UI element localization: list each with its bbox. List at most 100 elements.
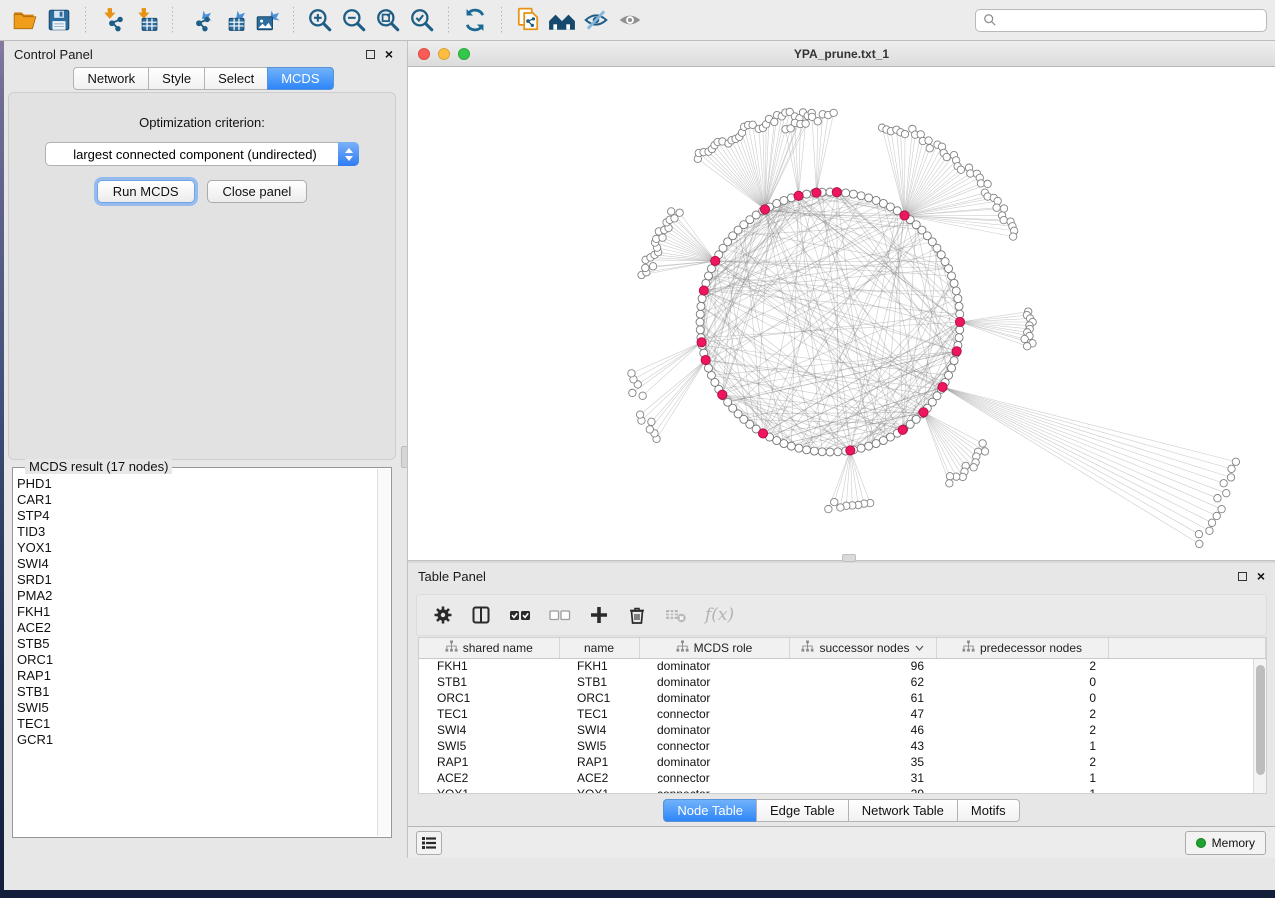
network-node[interactable] <box>773 199 781 207</box>
tab-node-table[interactable]: Node Table <box>663 799 756 822</box>
mcds-selected-node[interactable] <box>758 429 767 438</box>
network-node[interactable] <box>857 192 865 200</box>
zoom-out-icon[interactable] <box>337 5 371 35</box>
export-table-icon[interactable] <box>216 5 250 35</box>
network-node[interactable] <box>1220 480 1227 487</box>
close-panel-icon[interactable]: × <box>385 47 393 61</box>
network-node[interactable] <box>1009 233 1016 240</box>
mcds-result-item[interactable]: YOX1 <box>17 540 376 556</box>
mcds-result-item[interactable]: GCR1 <box>17 732 376 748</box>
tab-mcds[interactable]: MCDS <box>267 67 333 90</box>
optimization-dropdown[interactable]: largest connected component (undirected) <box>45 142 359 166</box>
network-node[interactable] <box>628 370 635 377</box>
network-node[interactable] <box>981 448 988 455</box>
network-node[interactable] <box>984 180 991 187</box>
close-panel-button[interactable]: Close panel <box>207 180 308 203</box>
mcds-result-item[interactable]: PMA2 <box>17 588 376 604</box>
duplicate-network-icon[interactable] <box>511 5 545 35</box>
network-node[interactable] <box>825 505 832 512</box>
tab-motifs[interactable]: Motifs <box>957 799 1020 822</box>
table-row[interactable]: SWI4SWI4dominator462 <box>419 722 1266 738</box>
network-node[interactable] <box>1228 465 1235 472</box>
network-node[interactable] <box>834 448 842 456</box>
network-node[interactable] <box>810 447 818 455</box>
run-mcds-button[interactable]: Run MCDS <box>97 180 195 203</box>
mcds-selected-node[interactable] <box>938 382 947 391</box>
network-node[interactable] <box>925 137 932 144</box>
network-node[interactable] <box>803 446 811 454</box>
network-node[interactable] <box>955 302 963 310</box>
mcds-selected-node[interactable] <box>699 286 708 295</box>
network-node[interactable] <box>826 448 834 456</box>
network-node[interactable] <box>636 411 643 418</box>
network-node[interactable] <box>1021 335 1028 342</box>
network-node[interactable] <box>879 437 887 445</box>
network-node[interactable] <box>872 440 880 448</box>
network-node[interactable] <box>1206 527 1213 534</box>
show-columns-icon[interactable] <box>471 605 491 625</box>
network-node[interactable] <box>842 189 850 197</box>
mcds-result-item[interactable]: STP4 <box>17 508 376 524</box>
table-row[interactable]: TEC1TEC1connector472 <box>419 706 1266 722</box>
mcds-result-item[interactable]: CAR1 <box>17 492 376 508</box>
zoom-fit-icon[interactable] <box>371 5 405 35</box>
tab-select[interactable]: Select <box>204 67 267 90</box>
table-scrollbar[interactable] <box>1253 659 1266 793</box>
mcds-result-list[interactable]: PHD1CAR1STP4TID3YOX1SWI4SRD1PMA2FKH1ACE2… <box>17 476 376 835</box>
network-node[interactable] <box>704 364 712 372</box>
table-row[interactable]: ORC1ORC1dominator610 <box>419 690 1266 706</box>
network-node[interactable] <box>1023 343 1030 350</box>
network-node[interactable] <box>795 444 803 452</box>
network-node[interactable] <box>1208 519 1215 526</box>
settings-gear-icon[interactable] <box>433 605 453 625</box>
network-node[interactable] <box>1214 495 1221 502</box>
mcds-selected-node[interactable] <box>701 355 710 364</box>
network-node[interactable] <box>780 196 788 204</box>
mcds-selected-node[interactable] <box>760 205 769 214</box>
network-graph[interactable] <box>408 67 1272 560</box>
select-all-icon[interactable] <box>509 605 531 625</box>
network-node[interactable] <box>818 448 826 456</box>
network-node[interactable] <box>948 272 956 280</box>
table-row[interactable]: ACE2ACE2connector311 <box>419 770 1266 786</box>
network-node[interactable] <box>646 426 653 433</box>
network-node[interactable] <box>993 204 1000 211</box>
dropdown-stepper-icon[interactable] <box>338 142 359 166</box>
mcds-result-item[interactable]: ACE2 <box>17 620 376 636</box>
float-panel-icon[interactable] <box>366 50 375 59</box>
network-node[interactable] <box>1218 505 1225 512</box>
zoom-selected-icon[interactable] <box>405 5 439 35</box>
table-row[interactable]: SWI5SWI5connector431 <box>419 738 1266 754</box>
network-node[interactable] <box>648 418 655 425</box>
network-node[interactable] <box>1232 458 1239 465</box>
network-node[interactable] <box>649 263 656 270</box>
mcds-selected-node[interactable] <box>955 317 964 326</box>
network-node[interactable] <box>707 371 715 379</box>
mcds-selected-node[interactable] <box>832 188 841 197</box>
network-node[interactable] <box>1196 540 1203 547</box>
mcds-selected-node[interactable] <box>794 191 803 200</box>
network-node[interactable] <box>803 190 811 198</box>
mcds-result-item[interactable]: SWI5 <box>17 700 376 716</box>
column-header-predecessor-nodes[interactable]: predecessor nodes <box>936 638 1108 658</box>
save-session-icon[interactable] <box>42 5 76 35</box>
mcds-selected-node[interactable] <box>812 188 821 197</box>
network-node[interactable] <box>780 440 788 448</box>
memory-button[interactable]: Memory <box>1185 831 1266 855</box>
network-node[interactable] <box>901 130 908 137</box>
mcds-result-item[interactable]: STB1 <box>17 684 376 700</box>
network-node[interactable] <box>926 145 933 152</box>
tab-style[interactable]: Style <box>148 67 204 90</box>
search-box[interactable] <box>975 9 1267 32</box>
network-node[interactable] <box>956 326 964 334</box>
column-header-successor-nodes[interactable]: successor nodes <box>789 638 936 658</box>
delete-column-icon[interactable] <box>627 605 647 625</box>
network-node[interactable] <box>955 334 963 342</box>
network-node[interactable] <box>1223 489 1230 496</box>
hide-graphics-icon[interactable] <box>579 5 613 35</box>
mcds-result-item[interactable]: RAP1 <box>17 668 376 684</box>
result-list-scrollbar[interactable] <box>377 469 390 836</box>
network-node[interactable] <box>802 120 809 127</box>
network-node[interactable] <box>787 442 795 450</box>
network-node[interactable] <box>698 295 706 303</box>
